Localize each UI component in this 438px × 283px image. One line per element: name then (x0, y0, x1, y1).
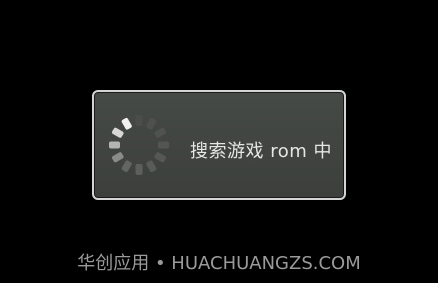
progress-dialog: 搜索游戏 rom 中 (92, 90, 346, 200)
watermark-text: 华创应用 • HUACHUANGZS.COM (77, 253, 361, 274)
progress-message: 搜索游戏 rom 中 (190, 141, 332, 162)
screen: 搜索游戏 rom 中 华创应用 • HUACHUANGZS.COM (0, 0, 438, 283)
loading-spinner-icon (109, 115, 169, 175)
